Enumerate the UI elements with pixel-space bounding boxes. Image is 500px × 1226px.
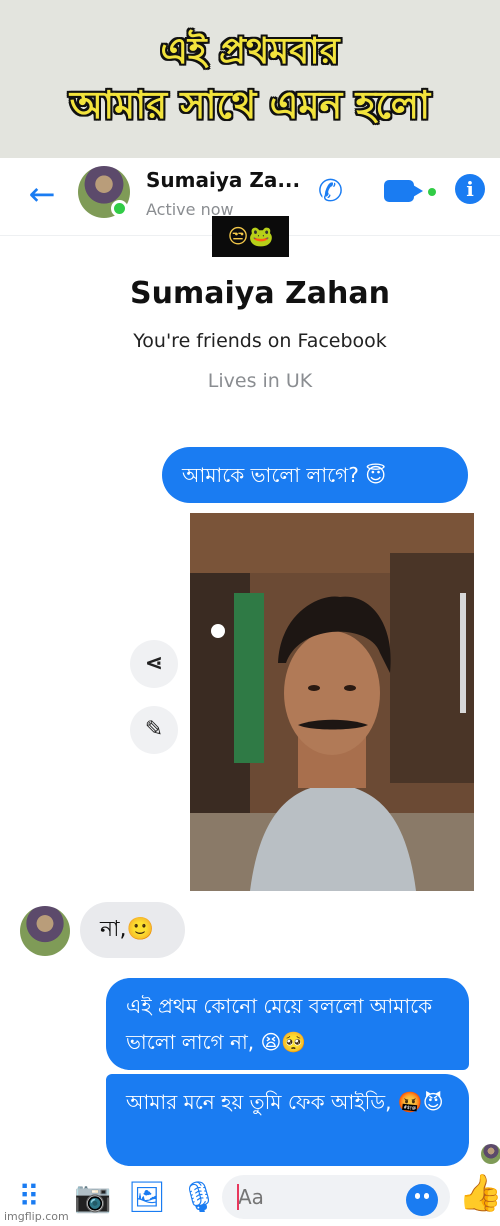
gallery-icon[interactable]: 🖼 <box>128 1180 166 1216</box>
edit-pencil-icon[interactable]: ✎ <box>130 706 178 754</box>
thumbs-up-icon[interactable]: 👍 <box>458 1176 500 1212</box>
camera-icon[interactable]: 📷 <box>74 1180 111 1216</box>
outgoing-message[interactable]: আমাকে ভালো লাগে? 😇 <box>162 447 468 503</box>
caption-line-2: আমার সাথে এমন হলো <box>69 83 431 127</box>
info-icon[interactable]: i <box>455 174 485 204</box>
watermark: imgflip.com <box>4 1210 69 1223</box>
profile-lives-text: Lives in UK <box>207 370 313 392</box>
profile-friends-text: You're friends on Facebook <box>133 330 387 352</box>
video-call-icon[interactable] <box>384 180 436 206</box>
outgoing-message[interactable]: এই প্রথম কোনো মেয়ে বললো আমাকে ভালো লাগে… <box>106 978 469 1070</box>
incoming-avatar[interactable] <box>20 906 70 956</box>
back-arrow-icon[interactable]: ← <box>22 174 62 214</box>
incoming-message[interactable]: না,🙂 <box>80 902 185 958</box>
censor-box: 😒🐸 <box>212 216 289 257</box>
message-composer: ⠿ 📷 🖼 🎙 👍 <box>0 1170 500 1226</box>
contact-name[interactable]: Sumaiya Za... <box>146 168 300 192</box>
outgoing-message[interactable]: আমার মনে হয় তুমি ফেক আইডি, 🤬😈 <box>106 1074 469 1166</box>
caption-line-1: এই প্রথমবার <box>160 31 340 72</box>
profile-name: Sumaiya Zahan <box>130 276 390 311</box>
microphone-icon[interactable]: 🎙 <box>180 1180 218 1216</box>
emoji-icon[interactable] <box>406 1184 438 1216</box>
phone-call-icon[interactable]: ✆ <box>318 174 343 209</box>
text-cursor <box>237 1184 239 1210</box>
seen-receipt-avatar <box>481 1144 500 1164</box>
sent-photo-image <box>190 513 474 891</box>
share-icon[interactable]: ⋖ <box>130 640 178 688</box>
meme-caption: এই প্রথমবার আমার সাথে এমন হলো <box>0 0 500 158</box>
online-indicator <box>111 200 128 217</box>
sent-photo[interactable] <box>190 513 474 891</box>
